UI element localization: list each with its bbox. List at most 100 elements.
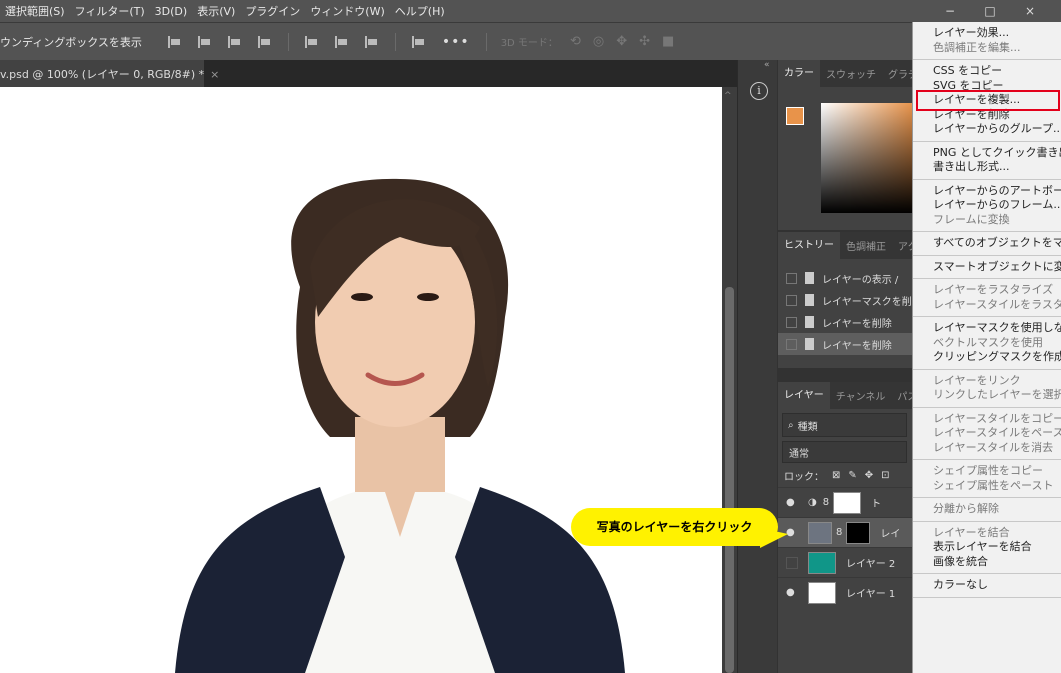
menu-help[interactable]: ヘルプ(H) xyxy=(390,3,450,19)
lock-paint-icon[interactable]: ✎ xyxy=(848,470,856,481)
history-item[interactable]: レイヤーを削除 xyxy=(778,311,913,333)
close-tab-icon[interactable]: × xyxy=(210,68,219,81)
tab-layers[interactable]: レイヤー xyxy=(778,382,830,409)
align-left-icon[interactable] xyxy=(167,35,182,48)
distribute-horizontal-icon[interactable] xyxy=(257,35,272,48)
context-menu-item[interactable]: すべてのオブジェクトをマスク xyxy=(933,236,1061,251)
align-center-icon[interactable] xyxy=(197,35,212,48)
vertical-scrollbar[interactable]: ^ xyxy=(722,87,737,673)
context-menu-item[interactable]: レイヤーからのアートボード... xyxy=(933,184,1061,199)
layer-name: レイ xyxy=(880,529,901,540)
canvas[interactable] xyxy=(0,87,722,673)
menu-3d[interactable]: 3D(D) xyxy=(150,5,193,18)
visibility-eye-icon[interactable]: ● xyxy=(786,527,800,538)
minimize-button[interactable]: − xyxy=(939,4,961,18)
lock-artboard-icon[interactable]: ⊡ xyxy=(881,470,889,481)
maximize-button[interactable]: □ xyxy=(979,4,1001,18)
align-bottom-icon[interactable] xyxy=(364,35,379,48)
visibility-eye-icon[interactable]: ● xyxy=(786,497,800,508)
align-right-icon[interactable] xyxy=(227,35,242,48)
history-checkbox[interactable] xyxy=(786,272,797,284)
show-bounding-box-checkbox[interactable]: ウンディングボックスを表示 xyxy=(0,34,142,50)
context-menu-item[interactable]: 書き出し形式... xyxy=(933,160,1061,175)
foreground-color-swatch[interactable] xyxy=(786,107,804,125)
scroll-up-icon[interactable]: ^ xyxy=(724,91,732,101)
color-panel-tabs: カラー スウォッチ グラデー xyxy=(778,60,913,87)
visibility-toggle[interactable] xyxy=(786,556,798,569)
history-checkbox[interactable] xyxy=(786,316,797,328)
context-menu-item[interactable]: カラーなし xyxy=(933,578,1061,593)
distribute-vertical-icon[interactable] xyxy=(411,35,426,48)
photo-layer-thumbnail[interactable] xyxy=(808,521,832,544)
context-menu-item[interactable]: 画像を統合 xyxy=(933,555,1061,570)
context-menu-item: レイヤースタイルをラスタライズ xyxy=(933,297,1061,311)
duplicate-layer-menu-item[interactable]: レイヤーを複製... xyxy=(916,90,1060,111)
collapse-panels-icon[interactable]: « xyxy=(764,60,770,70)
history-item[interactable]: レイヤーの表示 / xyxy=(778,267,913,289)
menu-window[interactable]: ウィンドウ(W) xyxy=(305,3,389,19)
tab-history[interactable]: ヒストリー xyxy=(778,232,840,259)
layer-row-photo[interactable]: ● 8 レイ xyxy=(778,517,913,547)
layer-name: レイヤー 2 xyxy=(846,559,896,570)
context-menu-item[interactable]: SVG をコピー xyxy=(933,79,1061,94)
history-item[interactable]: レイヤーマスクを削 xyxy=(778,289,913,311)
search-icon: ⌕ xyxy=(788,419,794,431)
tab-channels[interactable]: チャンネル xyxy=(830,388,892,403)
info-icon[interactable]: i xyxy=(750,82,768,100)
3d-pan-icon[interactable]: ✥ xyxy=(616,34,627,49)
layer-thumbnail xyxy=(808,581,836,604)
history-item-label: レイヤーを削除 xyxy=(822,340,892,352)
align-top-icon[interactable] xyxy=(304,35,319,48)
3d-slide-icon[interactable]: ✣ xyxy=(639,34,650,49)
context-menu-item[interactable]: PNG としてクイック書き出し xyxy=(933,146,1061,161)
menu-view[interactable]: 表示(V) xyxy=(192,3,240,19)
context-menu-item: レイヤーをリンク xyxy=(933,373,1021,387)
menu-select[interactable]: 選択範囲(S) xyxy=(0,3,70,19)
scrollbar-thumb[interactable] xyxy=(725,287,734,673)
more-options-button[interactable]: ••• xyxy=(442,34,470,50)
menu-group: レイヤーマスクを使用しないベクトルマスクを使用クリッピングマスクを作成 xyxy=(913,317,1061,370)
3d-camera-icon[interactable]: ■ xyxy=(662,34,674,49)
menu-filter[interactable]: フィルター(T) xyxy=(70,3,150,19)
tab-swatches[interactable]: スウォッチ xyxy=(820,66,882,81)
blend-mode-select[interactable]: 通常 xyxy=(782,441,907,463)
tab-color[interactable]: カラー xyxy=(778,60,820,87)
tab-gradients[interactable]: グラデー xyxy=(882,66,913,81)
history-checkbox[interactable] xyxy=(786,294,797,306)
tab-paths[interactable]: パス xyxy=(891,388,913,403)
lock-position-icon[interactable]: ✥ xyxy=(865,470,873,481)
align-middle-icon[interactable] xyxy=(334,35,349,48)
context-menu-item[interactable]: クリッピングマスクを作成 xyxy=(933,350,1061,365)
context-menu-item[interactable]: 表示レイヤーを結合 xyxy=(933,540,1061,555)
lock-transparent-icon[interactable]: ⊠ xyxy=(832,470,840,481)
close-button[interactable]: × xyxy=(1019,4,1041,18)
visibility-eye-icon[interactable]: ● xyxy=(786,587,800,598)
context-menu-item[interactable]: レイヤーを削除 xyxy=(933,108,1061,123)
layer-row[interactable]: ● レイヤー 1 xyxy=(778,577,913,607)
context-menu-item[interactable]: CSS をコピー xyxy=(933,64,1061,79)
context-menu-item[interactable]: レイヤーマスクを使用しない xyxy=(933,321,1061,336)
3d-roll-icon[interactable]: ◎ xyxy=(593,34,604,49)
context-menu-item[interactable]: レイヤーからのグループ... xyxy=(933,122,1061,137)
history-checkbox[interactable] xyxy=(786,338,797,350)
layer-filter-select[interactable]: ⌕ 種類 xyxy=(782,413,907,437)
context-menu-item[interactable]: レイヤー効果... xyxy=(933,26,1061,41)
menu-group: すべてのオブジェクトをマスク xyxy=(913,232,1061,256)
context-menu-item[interactable]: レイヤーからのフレーム... xyxy=(933,198,1061,213)
layer-mask-thumbnail[interactable] xyxy=(846,521,871,544)
document-icon xyxy=(805,294,814,306)
context-menu-item[interactable]: スマートオブジェクトに変換 xyxy=(933,260,1061,275)
context-menu-item: シェイプ属性をペースト xyxy=(933,478,1054,492)
color-picker-field[interactable] xyxy=(821,103,913,213)
document-tab[interactable]: v.psd @ 100% (レイヤー 0, RGB/8#) * × xyxy=(0,60,219,87)
context-menu-item: リンクしたレイヤーを選択 xyxy=(933,388,1061,401)
menu-plugins[interactable]: プラグイン xyxy=(240,3,305,19)
layer-row[interactable]: レイヤー 2 xyxy=(778,547,913,577)
menu-group: CSS をコピー SVG をコピー レイヤーを複製... レイヤーを削除 レイヤーからの… xyxy=(913,60,1061,142)
3d-orbit-icon[interactable]: ⟲ xyxy=(570,34,581,49)
history-item[interactable]: レイヤーを削除 xyxy=(778,333,913,355)
layer-filter-label: 種類 xyxy=(797,421,818,433)
layer-row[interactable]: ● ◑ 8 ト xyxy=(778,487,913,517)
tab-actions[interactable]: アク xyxy=(892,238,913,253)
tab-adjustments[interactable]: 色調補正 xyxy=(840,238,892,253)
